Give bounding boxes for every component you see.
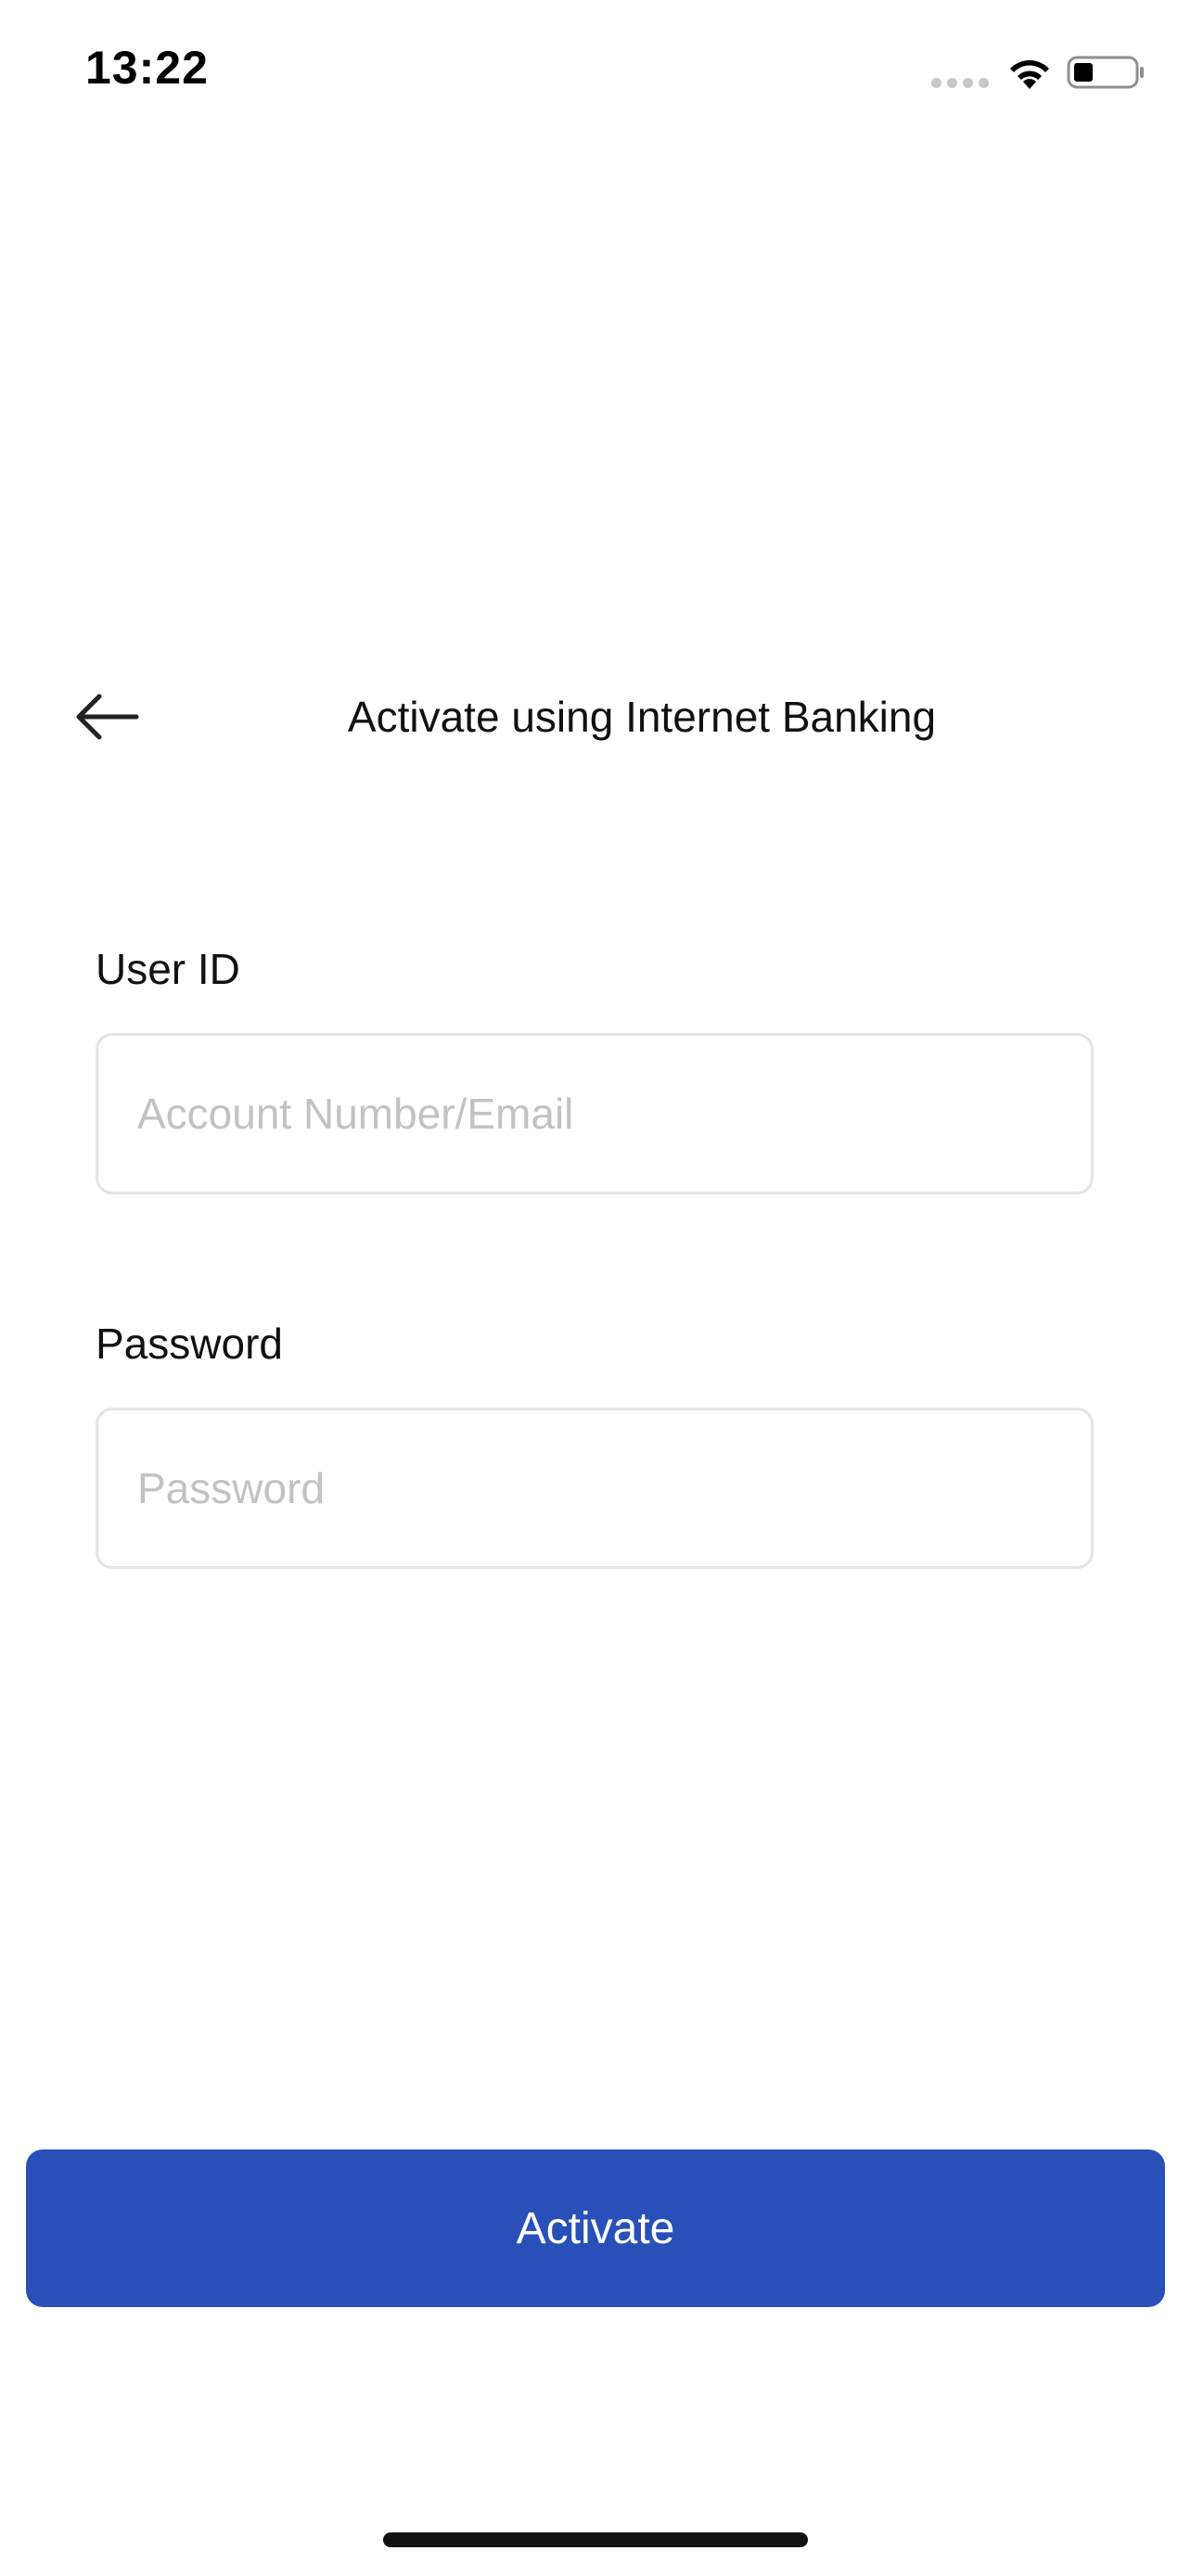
user-id-input[interactable] [96, 1033, 1094, 1194]
password-label: Password [96, 1320, 283, 1368]
activate-button[interactable]: Activate [26, 2149, 1165, 2307]
user-id-label: User ID [96, 945, 240, 993]
page-title-text: Activate using Internet Banking [347, 693, 937, 741]
wifi-icon [1010, 60, 1049, 89]
status-time: 13:22 [85, 42, 209, 94]
home-indicator [383, 2532, 808, 2547]
battery-icon [1067, 56, 1144, 89]
password-input[interactable] [96, 1408, 1094, 1569]
status-bar: 13:22 [0, 0, 1191, 139]
signal-dots-icon [931, 78, 989, 88]
page-title: Activate using Internet Banking [0, 692, 1191, 742]
header: Activate using Internet Banking [0, 668, 1191, 770]
